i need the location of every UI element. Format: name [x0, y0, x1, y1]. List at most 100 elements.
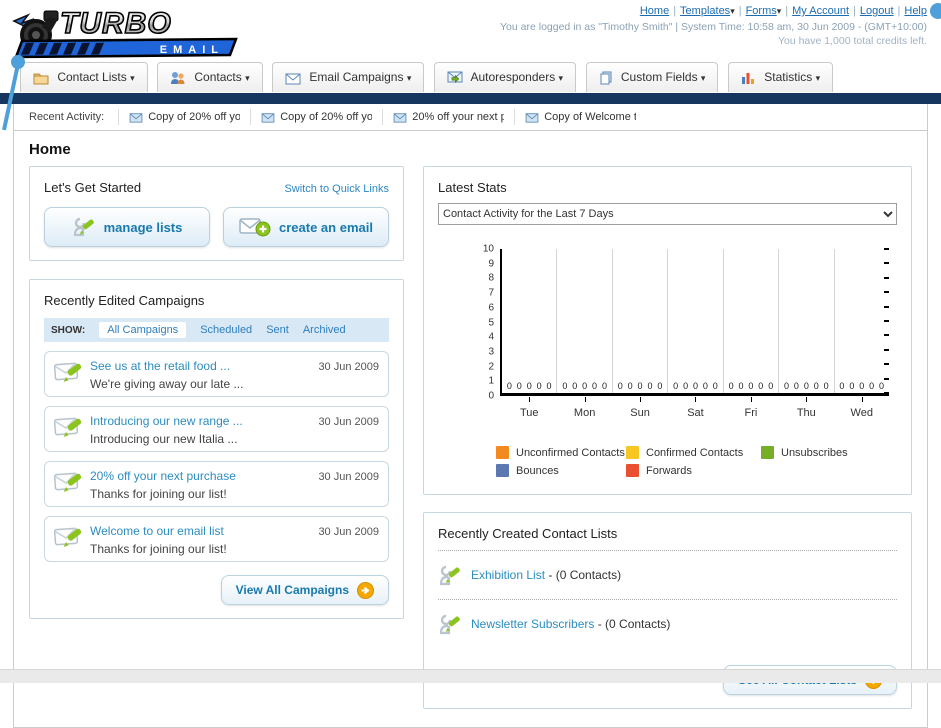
campaign-title-link[interactable]: Introducing our new range ... — [90, 414, 243, 428]
login-info: You are logged in as "Timothy Smith" | S… — [500, 21, 927, 33]
filter-archived[interactable]: Archived — [303, 324, 346, 336]
recent-activity-item[interactable]: 20% off your next p — [382, 109, 514, 125]
recent-activity-item[interactable]: Copy of 20% off yo — [250, 109, 382, 125]
campaign-item[interactable]: 20% off your next purchase Thanks for joi… — [44, 461, 389, 507]
navy-divider-bar — [0, 93, 941, 104]
envelope-pencil-icon — [53, 362, 82, 382]
page-container: Recent Activity: Copy of 20% off yo Copy… — [13, 104, 928, 728]
filter-all-campaigns[interactable]: All Campaigns — [99, 322, 187, 338]
legend-item: Confirmed Contacts — [626, 446, 761, 459]
top-link-logout[interactable]: Logout — [860, 5, 894, 17]
legend-label: Confirmed Contacts — [646, 446, 744, 459]
campaign-date: 30 Jun 2009 — [318, 471, 379, 483]
tab-contact-lists[interactable]: Contact Lists — [20, 62, 148, 92]
chart-plot-area: 0 0 0 0 0 Tue 0 0 0 0 0 Mon 0 0 0 0 0 Sun 0 0 0 0 0 Sat 0 0 0 0 0 Fri… — [500, 248, 889, 419]
chart-day-group: 0 0 0 0 0 Tue — [502, 249, 558, 419]
campaign-subtitle: Thanks for joining our list! — [90, 542, 227, 556]
get-started-title: Let's Get Started — [44, 180, 142, 195]
contact-list-link[interactable]: Exhibition List — [471, 568, 545, 582]
legend-swatch — [626, 446, 639, 459]
credits-info: You have 1,000 total credits left. — [777, 35, 927, 47]
show-label: SHOW: — [51, 324, 86, 336]
create-email-button[interactable]: create an email — [223, 207, 389, 247]
filter-scheduled[interactable]: Scheduled — [200, 324, 252, 336]
arrow-right-icon — [357, 581, 374, 599]
tab-custom-fields[interactable]: Custom Fields — [585, 62, 719, 92]
decorative-dot — [930, 3, 941, 19]
tab-email-campaigns[interactable]: Email Campaigns — [272, 62, 425, 92]
top-link-home[interactable]: Home — [640, 5, 669, 17]
contact-lists-title: Recently Created Contact Lists — [438, 526, 618, 541]
campaign-subtitle: Thanks for joining our list! — [90, 487, 227, 501]
campaigns-title: Recently Edited Campaigns — [44, 293, 205, 308]
campaign-list: See us at the retail food ... We're givin… — [44, 351, 389, 562]
chart-y-axis: 0 1 2 3 4 5 6 7 8 9 10 — [438, 244, 500, 402]
top-link-my-account[interactable]: My Account — [792, 5, 849, 17]
contacts-icon — [171, 72, 185, 84]
switch-quick-links-link[interactable]: Switch to Quick Links — [284, 183, 389, 195]
x-tick-label: Wed — [850, 407, 873, 419]
envelope-pencil-icon — [53, 527, 82, 547]
filter-sent[interactable]: Sent — [266, 324, 289, 336]
recent-activity-item[interactable]: Copy of Welcome to — [514, 109, 646, 125]
legend-swatch — [761, 446, 774, 459]
bar-value-labels: 00000 — [728, 381, 774, 391]
y-tick-label: 7 — [488, 287, 494, 299]
view-all-campaigns-button[interactable]: View All Campaigns — [220, 575, 389, 605]
chart-legend: Unconfirmed Contacts Confirmed Contacts Un… — [496, 446, 897, 477]
campaign-item[interactable]: Welcome to our email list Thanks for join… — [44, 516, 389, 562]
legend-label: Unsubscribes — [781, 446, 848, 459]
campaign-date: 30 Jun 2009 — [318, 526, 379, 538]
top-link-help[interactable]: Help — [904, 5, 927, 17]
x-tick-label: Tue — [519, 407, 539, 419]
bar-value-labels: 00000 — [617, 381, 663, 391]
y-tick-label: 6 — [488, 302, 494, 314]
bar-value-labels: 00000 — [506, 381, 552, 391]
envelope-plus-icon — [239, 218, 271, 237]
legend-label: Unconfirmed Contacts — [516, 446, 625, 459]
y-tick-label: 0 — [488, 390, 494, 402]
y-tick-label: 1 — [488, 375, 494, 387]
y-tick-label: 3 — [488, 346, 494, 358]
bottom-strip — [0, 669, 941, 683]
chart-day-group: 0 0 0 0 0 Wed — [835, 249, 889, 419]
envelope-icon — [393, 112, 407, 123]
latest-stats-panel: Latest Stats Contact Activity for the La… — [423, 166, 912, 495]
envelope-icon — [525, 112, 539, 123]
tab-autoresponders[interactable]: Autoresponders — [433, 62, 577, 92]
contact-list-link[interactable]: Newsletter Subscribers — [471, 617, 594, 631]
folder-icon — [33, 73, 49, 85]
legend-label: Forwards — [646, 464, 692, 477]
chart-day-group: 0 0 0 0 0 Sat — [668, 249, 724, 419]
campaign-title-link[interactable]: Welcome to our email list — [90, 524, 224, 538]
bar-value-labels: 00000 — [839, 381, 885, 391]
bar-value-labels: 00000 — [673, 381, 718, 391]
campaign-title-link[interactable]: See us at the retail food ... — [90, 359, 230, 373]
campaign-title-link[interactable]: 20% off your next purchase — [90, 469, 236, 483]
recent-activity-label: Recent Activity: — [29, 111, 105, 123]
y-tick-label: 10 — [482, 243, 494, 255]
top-link-templates[interactable]: Templates — [680, 5, 735, 17]
stats-period-select[interactable]: Contact Activity for the Last 7 Days — [438, 203, 897, 225]
recent-activity-item[interactable]: Copy of 20% off yo — [118, 109, 250, 125]
manage-lists-button[interactable]: manage lists — [44, 207, 210, 247]
tab-statistics[interactable]: Statistics — [727, 62, 834, 92]
envelope-icon — [261, 112, 275, 123]
tab-contacts[interactable]: Contacts — [157, 62, 263, 92]
chart-day-group: 0 0 0 0 0 Thu — [779, 249, 835, 419]
statistics-icon — [741, 73, 754, 84]
chart-day-group: 0 0 0 0 0 Mon — [557, 249, 613, 419]
svg-text:EMAIL: EMAIL — [160, 44, 224, 56]
person-pencil-icon — [73, 217, 94, 237]
envelope-icon — [129, 112, 143, 123]
chart-day-group: 0 0 0 0 0 Fri — [724, 249, 780, 419]
campaign-date: 30 Jun 2009 — [318, 361, 379, 373]
top-link-forms[interactable]: Forms — [746, 5, 782, 17]
x-tick-label: Sun — [630, 407, 650, 419]
y-tick-label: 8 — [488, 272, 494, 284]
campaign-item[interactable]: See us at the retail food ... We're givin… — [44, 351, 389, 397]
header: TURBO EMAIL Home|Templates|Forms|My Acco… — [0, 0, 941, 131]
campaign-date: 30 Jun 2009 — [318, 416, 379, 428]
campaign-item[interactable]: Introducing our new range ... Introducing… — [44, 406, 389, 452]
legend-item: Unconfirmed Contacts — [496, 446, 626, 459]
